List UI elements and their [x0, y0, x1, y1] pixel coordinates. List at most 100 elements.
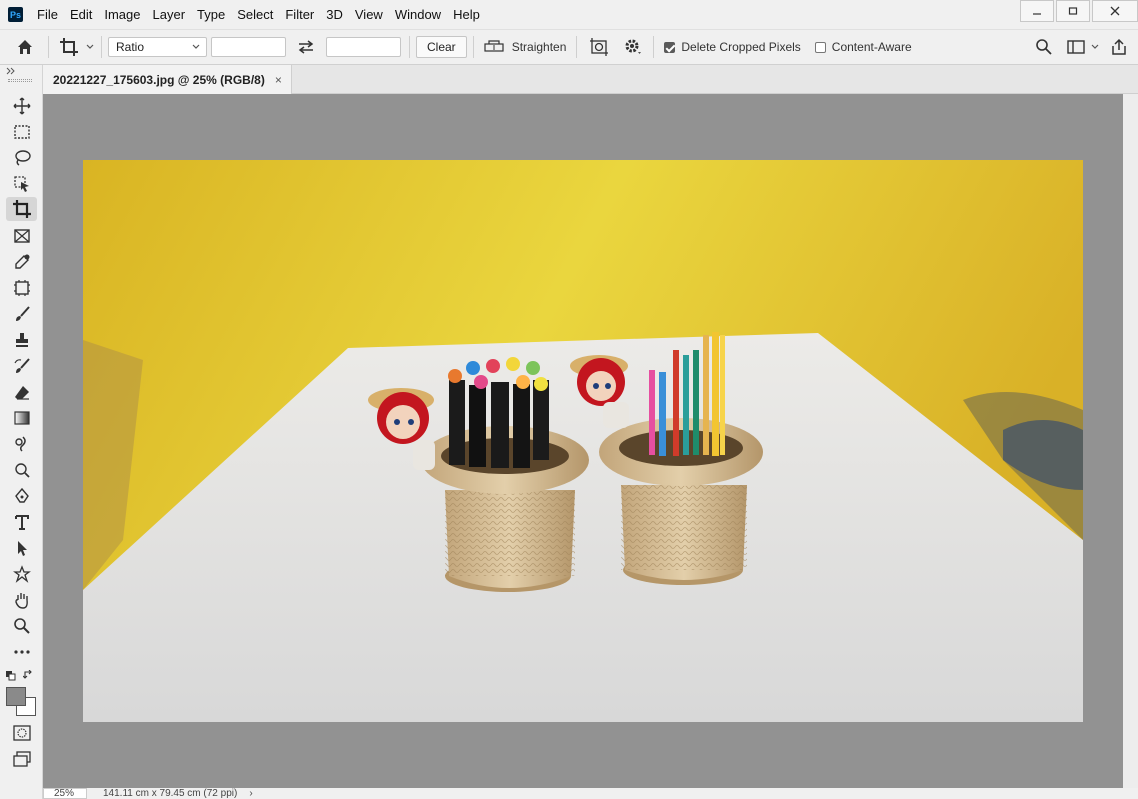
canvas-area[interactable] [43, 94, 1123, 788]
lasso-icon [14, 150, 31, 166]
crop-tool[interactable] [6, 197, 37, 221]
tools-panel [0, 65, 43, 799]
shape-tool[interactable] [6, 562, 37, 586]
document-tab[interactable]: 20221227_175603.jpg @ 25% (RGB/8) × [43, 65, 292, 94]
rectangular-marquee-icon [13, 125, 30, 139]
menu-window[interactable]: Window [389, 0, 447, 29]
menu-bar: Ps File Edit Image Layer Type Select Fil… [0, 0, 1138, 29]
hand-icon [14, 593, 28, 609]
document-tab-title: 20221227_175603.jpg @ 25% (RGB/8) [53, 72, 265, 87]
chevron-down-icon [192, 44, 200, 49]
smudge-icon [14, 436, 26, 452]
crop-preset-picker[interactable] [59, 37, 95, 57]
zoom-tool[interactable] [6, 614, 37, 638]
dodge-tool[interactable] [6, 458, 37, 482]
gradient-icon [13, 411, 30, 425]
type-tool[interactable] [6, 510, 37, 534]
history-brush-icon [13, 358, 30, 373]
ratio-select[interactable]: Ratio [108, 37, 207, 57]
straighten-label: Straighten [511, 40, 567, 54]
swap-colors-icon[interactable] [23, 670, 35, 682]
search-icon[interactable] [1035, 38, 1053, 56]
width-input[interactable] [211, 37, 286, 57]
more-icon [13, 650, 30, 654]
checkbox-unchecked-icon [814, 41, 826, 53]
menu-filter[interactable]: Filter [279, 0, 320, 29]
close-window-button[interactable] [1092, 0, 1138, 22]
foreground-color-swatch[interactable] [6, 687, 26, 706]
brush-icon [15, 306, 30, 321]
window-controls [1018, 0, 1138, 24]
clear-button[interactable]: Clear [416, 36, 467, 58]
home-icon[interactable] [16, 38, 34, 56]
path-selection-tool[interactable] [6, 536, 37, 560]
quick-mask-button[interactable] [6, 721, 37, 745]
panel-grip[interactable] [8, 79, 32, 82]
height-input[interactable] [326, 37, 401, 57]
menu-layer[interactable]: Layer [147, 0, 192, 29]
menu-edit[interactable]: Edit [64, 0, 98, 29]
chevron-down-icon [86, 44, 94, 49]
vertical-scrollbar[interactable] [1123, 94, 1138, 788]
straighten-button[interactable]: Straighten [484, 40, 567, 54]
minimize-icon [1033, 13, 1041, 15]
content-aware-checkbox[interactable]: Content-Aware [814, 40, 912, 54]
eyedropper-icon [14, 254, 29, 269]
crop-icon [12, 200, 31, 218]
document-image[interactable] [83, 160, 1083, 722]
share-icon[interactable] [1110, 38, 1128, 56]
menu-view[interactable]: View [349, 0, 389, 29]
straighten-level-icon [484, 40, 504, 52]
gear-icon[interactable] [623, 37, 643, 57]
workspace-switcher[interactable] [1067, 39, 1100, 55]
menu-file[interactable]: File [31, 0, 64, 29]
delete-cropped-label: Delete Cropped Pixels [681, 40, 801, 54]
menu-type[interactable]: Type [191, 0, 231, 29]
lasso-tool[interactable] [6, 146, 37, 170]
menu-3d[interactable]: 3D [320, 0, 349, 29]
content-aware-label: Content-Aware [831, 40, 912, 54]
maximize-button[interactable] [1056, 0, 1090, 22]
brush-tool[interactable] [6, 302, 37, 326]
marquee-tool[interactable] [6, 120, 37, 144]
frame-patch-tool[interactable] [6, 276, 37, 300]
custom-shape-icon [12, 565, 31, 583]
edit-toolbar-button[interactable] [6, 640, 37, 664]
object-selection-tool[interactable] [6, 172, 37, 196]
stamp-tool[interactable] [6, 328, 37, 352]
move-icon [13, 97, 30, 115]
eraser-tool[interactable] [6, 380, 37, 404]
delete-cropped-pixels-checkbox[interactable]: Delete Cropped Pixels [664, 40, 801, 54]
collapse-panel-icon[interactable] [6, 67, 18, 75]
menu-image[interactable]: Image [98, 0, 146, 29]
zoom-level-field[interactable]: 25% [43, 788, 87, 799]
screen-mode-icon [12, 751, 31, 767]
default-colors-icon[interactable] [6, 671, 16, 681]
status-bar: 25% 141.11 cm x 79.45 cm (72 ppi) › [43, 788, 1138, 799]
screen-mode-button[interactable] [6, 747, 37, 771]
tab-close-icon[interactable]: × [275, 73, 282, 87]
status-menu-arrow[interactable]: › [249, 788, 252, 799]
photoshop-logo: Ps [8, 7, 23, 22]
zoom-icon [13, 618, 30, 634]
patch-icon [13, 280, 30, 296]
hand-tool[interactable] [6, 588, 37, 612]
crop-overlay-icon[interactable] [589, 37, 609, 57]
minimize-button[interactable] [1020, 0, 1054, 22]
blur-tool[interactable] [6, 432, 37, 456]
close-icon [1110, 6, 1120, 16]
eyedropper-tool[interactable] [6, 250, 37, 274]
swap-icon[interactable] [296, 39, 316, 55]
options-bar: Ratio Clear Straighten Delete Cropped Pi… [0, 29, 1138, 65]
frame-tool[interactable] [6, 224, 37, 248]
history-brush-tool[interactable] [6, 354, 37, 378]
maximize-icon [1068, 7, 1078, 15]
move-tool[interactable] [6, 94, 37, 118]
menu-help[interactable]: Help [447, 0, 486, 29]
pen-tool[interactable] [6, 484, 37, 508]
quick-mask-icon [12, 725, 31, 741]
menu-select[interactable]: Select [231, 0, 279, 29]
crop-tool-icon [60, 38, 78, 56]
pen-icon [14, 487, 29, 503]
gradient-tool[interactable] [6, 406, 37, 430]
